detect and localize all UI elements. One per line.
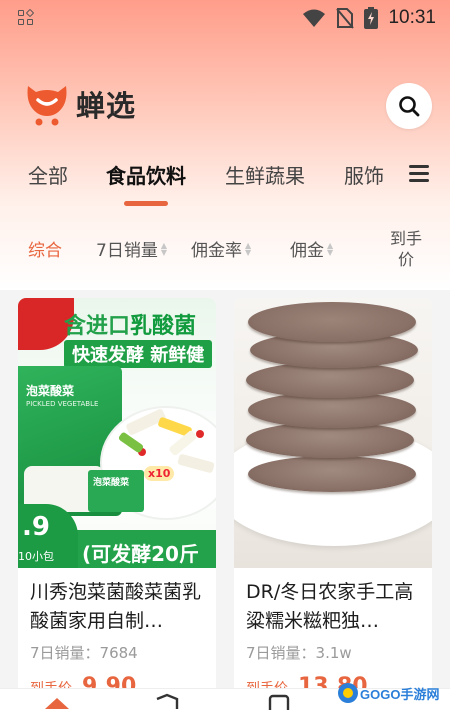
tab-apparel[interactable]: 服饰 — [344, 160, 384, 189]
watermark: GOGO手游网 — [336, 676, 450, 710]
tab-fresh-produce[interactable]: 生鲜蔬果 — [225, 160, 305, 189]
menu-icon[interactable] — [409, 165, 429, 183]
status-bar: 10:31 — [0, 0, 450, 36]
app-name: 蝉选 — [76, 89, 137, 123]
product-title: DR/冬日农家手工高粱糯米糍粑独… — [246, 581, 414, 632]
active-tab-indicator — [124, 201, 168, 206]
multiplier-badge: x10 — [144, 466, 175, 481]
image-banner-subtext: 快速发酵 新鲜健 — [64, 340, 213, 368]
home-icon[interactable] — [42, 693, 72, 710]
sort-commission[interactable]: 佣金 ▲ ▼ — [290, 236, 333, 261]
cart-logo-icon — [27, 86, 67, 126]
shield-icon[interactable] — [152, 693, 182, 710]
sort-final-price-line1: 到手 — [390, 229, 423, 248]
category-tabs: 全部 食品饮料 生鲜蔬果 服饰 — [0, 152, 450, 212]
product-title: 川秀泡菜菌酸菜菌乳酸菌家用自制… — [30, 581, 202, 632]
watermark-logo-icon — [338, 683, 358, 703]
wifi-icon — [303, 9, 326, 27]
search-icon — [399, 96, 420, 117]
sort-arrows-icon: ▲ ▼ — [327, 240, 334, 257]
product-image: 含进口乳酸菌 快速发酵 新鲜健 泡菜酸菜 PICKLED VEGETABLE 泡… — [18, 298, 216, 568]
sort-commission-label: 佣金 — [290, 241, 324, 261]
document-icon[interactable] — [264, 693, 294, 710]
product-sales: 7日销量：7684 — [30, 644, 138, 662]
app-header: 蝉选 — [0, 80, 450, 132]
sort-bar: 综合 7日销量 ▲ ▼ 佣金率 ▲ ▼ 佣金 ▲ ▼ 到手 价 — [0, 224, 450, 272]
tab-all[interactable]: 全部 — [28, 160, 68, 189]
sort-comprehensive-label: 综合 — [28, 241, 62, 261]
sort-final-price-line2: 价 — [398, 250, 415, 269]
promo-text: (可发酵20斤 — [82, 542, 199, 566]
sort-arrows-icon: ▲ ▼ — [160, 240, 167, 257]
sort-arrows-icon: ▲ ▼ — [245, 240, 252, 257]
no-sim-icon — [336, 8, 355, 29]
sort-sales-7d[interactable]: 7日销量 ▲ ▼ — [96, 236, 167, 261]
battery-charging-icon — [364, 7, 379, 29]
image-banner-text: 含进口乳酸菌 — [64, 314, 197, 339]
watermark-text: GOGO手游网 — [360, 686, 440, 702]
app-logo: 蝉选 — [24, 82, 136, 126]
sort-sales-label: 7日销量 — [96, 241, 158, 261]
sort-comprehensive[interactable]: 综合 — [28, 236, 62, 261]
sort-commission-rate-label: 佣金率 — [191, 241, 242, 261]
product-card[interactable]: 含进口乳酸菌 快速发酵 新鲜健 泡菜酸菜 PICKLED VEGETABLE 泡… — [18, 298, 216, 710]
small-package: 泡菜酸菜 — [88, 470, 144, 512]
product-card[interactable]: DR/冬日农家手工高粱糯米糍粑独… 7日销量：3.1w 到手价 13.80 — [234, 298, 432, 710]
tab-food-drinks[interactable]: 食品饮料 — [106, 160, 186, 189]
product-sales: 7日销量：3.1w — [246, 644, 352, 662]
sort-commission-rate[interactable]: 佣金率 ▲ ▼ — [191, 236, 251, 261]
product-image — [234, 298, 432, 568]
promo-price-badge: .9 10小包 — [18, 504, 78, 568]
search-button[interactable] — [386, 83, 432, 129]
sort-final-price[interactable]: 到手 价 — [390, 228, 422, 270]
status-time: 10:31 — [388, 7, 436, 28]
apps-grid-icon — [18, 8, 35, 26]
